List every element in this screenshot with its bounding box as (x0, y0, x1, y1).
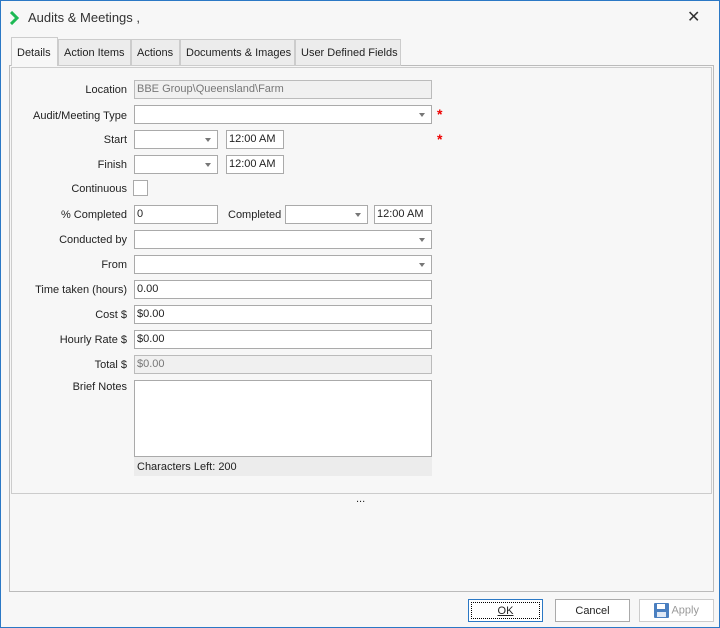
dialog-title: Audits & Meetings , (28, 10, 140, 25)
completed-label: Completed (228, 209, 282, 221)
cancel-button[interactable]: Cancel (555, 599, 630, 622)
type-dropdown[interactable] (134, 105, 432, 124)
location-label: Location (85, 84, 127, 96)
from-label: From (101, 259, 127, 271)
tab-details[interactable]: Details (11, 37, 58, 66)
characters-left: Characters Left: 200 (134, 457, 432, 476)
tab-action-items[interactable]: Action Items (58, 39, 131, 66)
location-field: BBE Group\Queensland\Farm (134, 80, 432, 99)
start-date-dropdown[interactable] (134, 130, 218, 149)
total-field: $0.00 (134, 355, 432, 374)
ok-button[interactable]: OK (468, 599, 543, 622)
finish-date-dropdown[interactable] (134, 155, 218, 174)
conducted-by-label: Conducted by (59, 234, 127, 246)
start-label: Start (103, 134, 127, 146)
ok-label: OK (497, 605, 514, 617)
cost-label: Cost $ (95, 309, 127, 321)
continuous-label: Continuous (71, 183, 127, 195)
continuous-checkbox[interactable] (133, 180, 148, 196)
apply-button[interactable]: Apply (639, 599, 714, 622)
finish-time-field[interactable]: 12:00 AM (226, 155, 284, 174)
brief-notes-label: Brief Notes (72, 381, 127, 393)
time-taken-field[interactable]: 0.00 (134, 280, 432, 299)
tab-actions[interactable]: Actions (131, 39, 180, 66)
completed-time-field[interactable]: 12:00 AM (374, 205, 432, 224)
apply-label: Apply (671, 604, 699, 617)
brief-notes-textarea[interactable] (134, 380, 432, 457)
conducted-by-dropdown[interactable] (134, 230, 432, 249)
save-icon (654, 603, 669, 618)
start-time-field[interactable]: 12:00 AM (226, 130, 284, 149)
cost-field[interactable]: $0.00 (134, 305, 432, 324)
finish-label: Finish (97, 159, 127, 171)
close-icon[interactable]: ✕ (687, 7, 700, 27)
from-dropdown[interactable] (134, 255, 432, 274)
app-logo-icon (10, 11, 20, 25)
hourly-rate-field[interactable]: $0.00 (134, 330, 432, 349)
hourly-rate-label: Hourly Rate $ (59, 334, 127, 346)
required-mark: * (437, 131, 443, 147)
tab-documents-images[interactable]: Documents & Images (180, 39, 295, 66)
splitter-handle[interactable]: ... (356, 493, 365, 505)
percent-completed-label: % Completed (60, 209, 127, 221)
percent-completed-field[interactable]: 0 (134, 205, 218, 224)
total-label: Total $ (94, 359, 127, 371)
type-label: Audit/Meeting Type (33, 110, 127, 122)
tab-user-defined-fields[interactable]: User Defined Fields (295, 39, 401, 66)
completed-date-dropdown[interactable] (285, 205, 368, 224)
time-taken-label: Time taken (hours) (35, 284, 127, 296)
required-mark: * (437, 106, 443, 122)
audits-meetings-dialog: Audits & Meetings , ✕ Details Action Ite… (0, 0, 720, 628)
